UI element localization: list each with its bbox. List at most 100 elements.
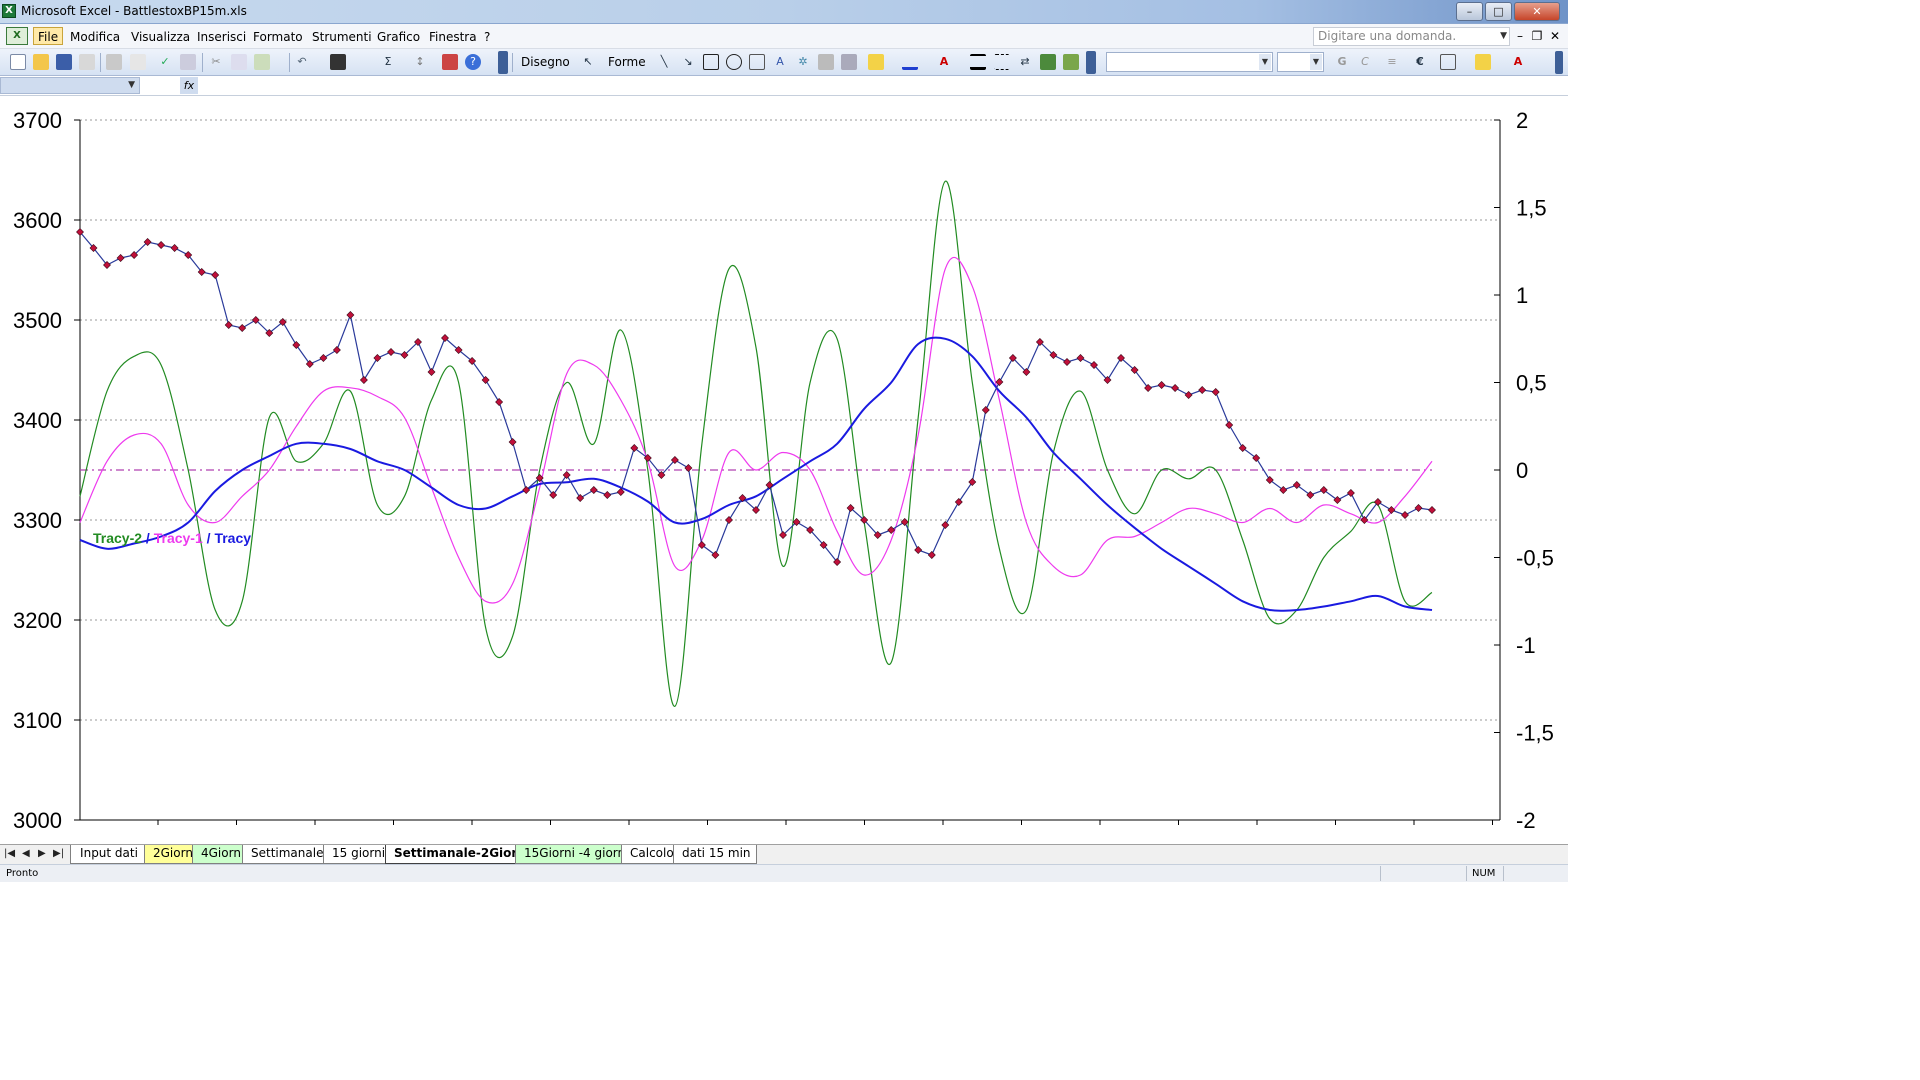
chevron-down-icon[interactable]: ▼ xyxy=(1310,54,1322,70)
help-search-input[interactable]: Digitare una domanda. ▼ xyxy=(1313,27,1510,46)
next-sheet-icon[interactable]: ▶ xyxy=(38,848,46,859)
fill-color-icon[interactable] xyxy=(868,54,884,70)
menu-visualizza[interactable]: Visualizza xyxy=(127,28,194,46)
save-icon[interactable] xyxy=(56,54,72,70)
spelling-icon[interactable]: ✓ xyxy=(157,54,173,70)
copy-icon[interactable] xyxy=(231,54,247,70)
font-size-combo[interactable]: ▼ xyxy=(1277,52,1324,72)
sheet-tab[interactable]: 15 giorni xyxy=(323,845,389,864)
menu-help[interactable]: ? xyxy=(480,28,494,46)
menu-grafico[interactable]: Grafico xyxy=(373,28,424,46)
sheet-tab[interactable]: 2Giorni xyxy=(144,845,196,864)
sheet-tab[interactable]: Input dati xyxy=(70,845,148,864)
workbook-icon[interactable]: X xyxy=(6,27,28,45)
price-marker xyxy=(224,321,233,329)
toolbar-grip[interactable] xyxy=(1086,51,1096,74)
cell-fill-color-icon[interactable] xyxy=(1475,54,1491,70)
help-icon[interactable]: ? xyxy=(465,54,481,70)
menu-finestra[interactable]: Finestra xyxy=(425,28,481,46)
line-style-icon[interactable] xyxy=(970,54,986,70)
permission-icon[interactable] xyxy=(79,54,95,70)
price-marker xyxy=(508,438,517,446)
excel-app-icon[interactable]: X xyxy=(2,4,16,18)
bold-button[interactable]: G xyxy=(1334,54,1350,70)
font-name-combo[interactable]: ▼ xyxy=(1106,52,1273,72)
sheet-tab[interactable]: 4Giorni xyxy=(192,845,246,864)
window-title: Microsoft Excel - BattlestoxBP15m.xls xyxy=(21,4,247,18)
menu-file[interactable]: File xyxy=(33,27,64,45)
menu-formato[interactable]: Formato xyxy=(249,28,307,46)
select-pointer-icon[interactable]: ↖ xyxy=(580,54,596,70)
3d-style-icon[interactable] xyxy=(1063,54,1079,70)
research-icon[interactable] xyxy=(180,54,196,70)
menu-inserisci[interactable]: Inserisci xyxy=(193,28,250,46)
first-sheet-icon[interactable]: |◀ xyxy=(4,848,15,859)
sheet-tab[interactable]: Settimanale-2Giorni xyxy=(385,845,530,864)
menu-modifica[interactable]: Modifica xyxy=(66,28,124,46)
chevron-down-icon[interactable]: ▼ xyxy=(1500,28,1507,45)
align-icon[interactable]: ≡ xyxy=(1384,54,1400,70)
autosum-icon[interactable]: Σ xyxy=(380,54,396,70)
toolbar-grip[interactable] xyxy=(498,51,508,74)
dash-style-icon[interactable] xyxy=(994,54,1010,70)
last-sheet-icon[interactable]: ▶| xyxy=(53,848,64,859)
paste-icon[interactable] xyxy=(254,54,270,70)
name-box[interactable]: ▼ xyxy=(0,77,140,94)
currency-button[interactable]: € xyxy=(1412,54,1428,70)
chevron-down-icon[interactable]: ▼ xyxy=(1259,54,1271,70)
drawing-font-color-icon[interactable]: A xyxy=(936,54,952,70)
diagram-icon[interactable]: ✲ xyxy=(795,54,811,70)
line-tool-icon[interactable]: ╲ xyxy=(656,54,672,70)
prev-sheet-icon[interactable]: ◀ xyxy=(22,848,30,859)
textbox-tool-icon[interactable] xyxy=(749,54,765,70)
sheet-tab[interactable]: Settimanale xyxy=(242,845,327,864)
wordart-icon[interactable]: A xyxy=(772,54,788,70)
status-divider xyxy=(1380,866,1381,881)
left-axis-tick-label: 3400 xyxy=(13,408,62,433)
sheet-tab[interactable]: dati 15 min xyxy=(673,845,757,864)
hyperlink-icon[interactable] xyxy=(330,54,346,70)
chart-wizard-icon[interactable] xyxy=(442,54,458,70)
sheet-tab[interactable]: Calcolo xyxy=(621,845,677,864)
print-preview-icon[interactable] xyxy=(130,54,146,70)
print-icon[interactable] xyxy=(106,54,122,70)
price-marker xyxy=(589,486,598,494)
toolbar-grip[interactable] xyxy=(1555,51,1563,74)
chart[interactable]: 3000 3100 3200 3300 3400 3500 3600 3700 -2 -1,5 -1… xyxy=(0,96,1568,844)
shadow-style-icon[interactable] xyxy=(1040,54,1056,70)
open-icon[interactable] xyxy=(33,54,49,70)
oval-tool-icon[interactable] xyxy=(726,54,742,70)
minimize-button[interactable]: – xyxy=(1456,2,1483,21)
price-marker xyxy=(603,491,612,499)
arrow-style-icon[interactable]: ⇄ xyxy=(1017,54,1033,70)
rectangle-tool-icon[interactable] xyxy=(703,54,719,70)
close-button[interactable]: ✕ xyxy=(1514,2,1560,21)
clipart-icon[interactable] xyxy=(818,54,834,70)
sheet-tab[interactable]: 15Giorni -4 giorni xyxy=(515,845,628,864)
line-color-icon[interactable] xyxy=(902,54,918,70)
cut-icon[interactable]: ✂ xyxy=(208,54,224,70)
font-color-icon[interactable]: A xyxy=(1510,54,1526,70)
workbook-minimize-button[interactable]: – xyxy=(1513,29,1527,43)
italic-button[interactable]: C xyxy=(1357,54,1373,70)
borders-icon[interactable] xyxy=(1440,54,1456,70)
maximize-button[interactable]: □ xyxy=(1485,2,1512,21)
drawing-menu-button[interactable]: Disegno xyxy=(521,55,570,69)
undo-icon[interactable]: ↶ xyxy=(294,54,310,70)
insert-function-icon[interactable]: fx xyxy=(180,77,198,94)
price-marker xyxy=(981,406,990,414)
workbook-restore-button[interactable]: ❐ xyxy=(1530,29,1544,43)
right-axis-tick-label: 0 xyxy=(1516,458,1528,483)
right-axis-tick-label: -1 xyxy=(1516,633,1536,658)
menu-strumenti[interactable]: Strumenti xyxy=(308,28,376,46)
price-marker xyxy=(1171,384,1180,392)
sort-icon[interactable]: ↕ xyxy=(412,54,428,70)
new-icon[interactable] xyxy=(10,54,26,70)
arrow-tool-icon[interactable]: ↘ xyxy=(680,54,696,70)
chart-sheet[interactable]: 3000 3100 3200 3300 3400 3500 3600 3700 -2 -1,5 -1… xyxy=(0,96,1568,844)
insert-picture-icon[interactable] xyxy=(841,54,857,70)
chevron-down-icon[interactable]: ▼ xyxy=(128,78,135,93)
shapes-menu-button[interactable]: Forme xyxy=(608,55,646,69)
workbook-close-button[interactable]: ✕ xyxy=(1548,29,1562,43)
legend-entry: / xyxy=(142,530,154,546)
